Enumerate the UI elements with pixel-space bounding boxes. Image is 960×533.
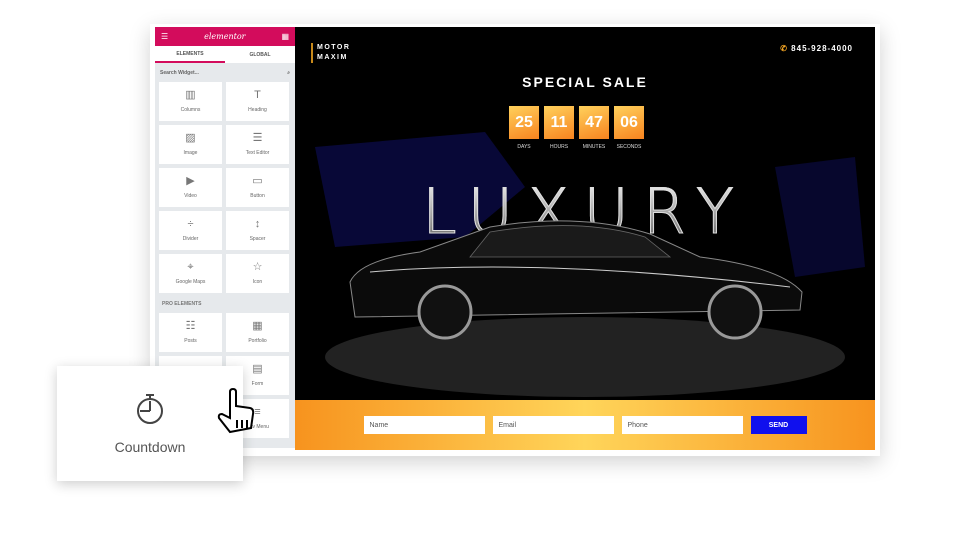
tab-global[interactable]: GLOBAL xyxy=(225,46,295,63)
send-button[interactable]: SEND xyxy=(750,416,807,434)
form-icon: ▤ xyxy=(252,363,263,375)
widget-video[interactable]: ▶ Video xyxy=(159,168,222,207)
widget-label: Video xyxy=(184,193,197,199)
widget-label: Google Maps xyxy=(175,279,206,285)
widget-image[interactable]: ▨ Image xyxy=(159,125,222,164)
widget-icon[interactable]: ☆ Icon xyxy=(226,254,289,293)
phone-number: 845-928-4000 xyxy=(791,44,853,53)
spacer-icon: ↕ xyxy=(254,218,261,230)
name-input[interactable]: Name xyxy=(363,416,485,434)
heading-icon: T xyxy=(254,89,261,101)
image-icon: ▨ xyxy=(185,132,196,144)
brand-line2: MAXIM xyxy=(317,54,348,61)
divider-icon: ÷ xyxy=(187,218,194,230)
widget-spacer[interactable]: ↕ Spacer xyxy=(226,211,289,250)
widget-label: Posts xyxy=(184,338,197,344)
search-placeholder: Search Widget... xyxy=(160,69,199,76)
widget-heading[interactable]: T Heading xyxy=(226,82,289,121)
lead-form: Name Email Phone SEND xyxy=(295,400,875,450)
car-image xyxy=(349,220,803,340)
widget-divider[interactable]: ÷ Divider xyxy=(159,211,222,250)
video-icon: ▶ xyxy=(186,175,195,187)
button-icon: ▭ xyxy=(252,175,263,187)
brand-line1: MOTOR xyxy=(317,44,351,51)
widget-button[interactable]: ▭ Button xyxy=(226,168,289,207)
widget-label: Spacer xyxy=(249,236,266,242)
hamburger-icon[interactable]: ☰ xyxy=(161,32,168,41)
widget-grid: ▥ Columns T Heading ▨ Image ☰ Text Editor ▶ Video… xyxy=(155,82,295,293)
widget-text-editor[interactable]: ☰ Text Editor xyxy=(226,125,289,164)
widget-label: Portfolio xyxy=(248,338,267,344)
widget-posts[interactable]: ☷ Posts xyxy=(159,313,222,352)
widget-label: Columns xyxy=(180,107,201,113)
widget-label: Text Editor xyxy=(245,150,270,156)
tab-elements[interactable]: ELEMENTS xyxy=(155,46,225,63)
email-input[interactable]: Email xyxy=(492,416,614,434)
widget-label: Button xyxy=(250,193,265,199)
widget-portfolio[interactable]: ▦ Portfolio xyxy=(226,313,289,352)
widget-label: Icon xyxy=(252,279,263,285)
search-input[interactable]: Search Widget... ⌕ xyxy=(155,63,295,82)
panel-tabs: ELEMENTS GLOBAL xyxy=(155,46,295,63)
elementor-logo: elementor xyxy=(204,32,246,41)
posts-icon: ☷ xyxy=(185,320,196,332)
pro-elements-heading: PRO ELEMENTS xyxy=(162,301,202,307)
columns-icon: ▥ xyxy=(185,89,196,101)
widget-label: Heading xyxy=(248,107,267,113)
phone-input[interactable]: Phone xyxy=(621,416,743,434)
page-preview: MOTOR MAXIM ✆ 845-928-4000 SPECIAL SALE 2… xyxy=(295,27,875,450)
widget-label: Divider xyxy=(182,236,199,242)
hand-cursor-icon xyxy=(217,388,255,434)
sale-title: SPECIAL SALE xyxy=(522,74,648,90)
search-icon: ⌕ xyxy=(287,69,290,76)
panel-header: ☰ elementor ▦ xyxy=(155,27,295,46)
widget-label: Image xyxy=(183,150,198,156)
phone-icon: ✆ xyxy=(780,44,788,53)
widget-columns[interactable]: ▥ Columns xyxy=(159,82,222,121)
star-icon: ☆ xyxy=(252,261,263,273)
grid-icon[interactable]: ▦ xyxy=(281,32,289,41)
portfolio-icon: ▦ xyxy=(252,320,263,332)
map-icon: ⌖ xyxy=(187,261,194,273)
phone-contact[interactable]: ✆ 845-928-4000 xyxy=(780,44,853,53)
countdown-label: Countdown xyxy=(114,438,186,455)
text-editor-icon: ☰ xyxy=(252,132,263,144)
widget-google-maps[interactable]: ⌖ Google Maps xyxy=(159,254,222,293)
site-logo[interactable]: MOTOR MAXIM xyxy=(311,43,350,63)
widget-label: Form xyxy=(251,381,264,387)
stopwatch-icon xyxy=(137,393,163,424)
